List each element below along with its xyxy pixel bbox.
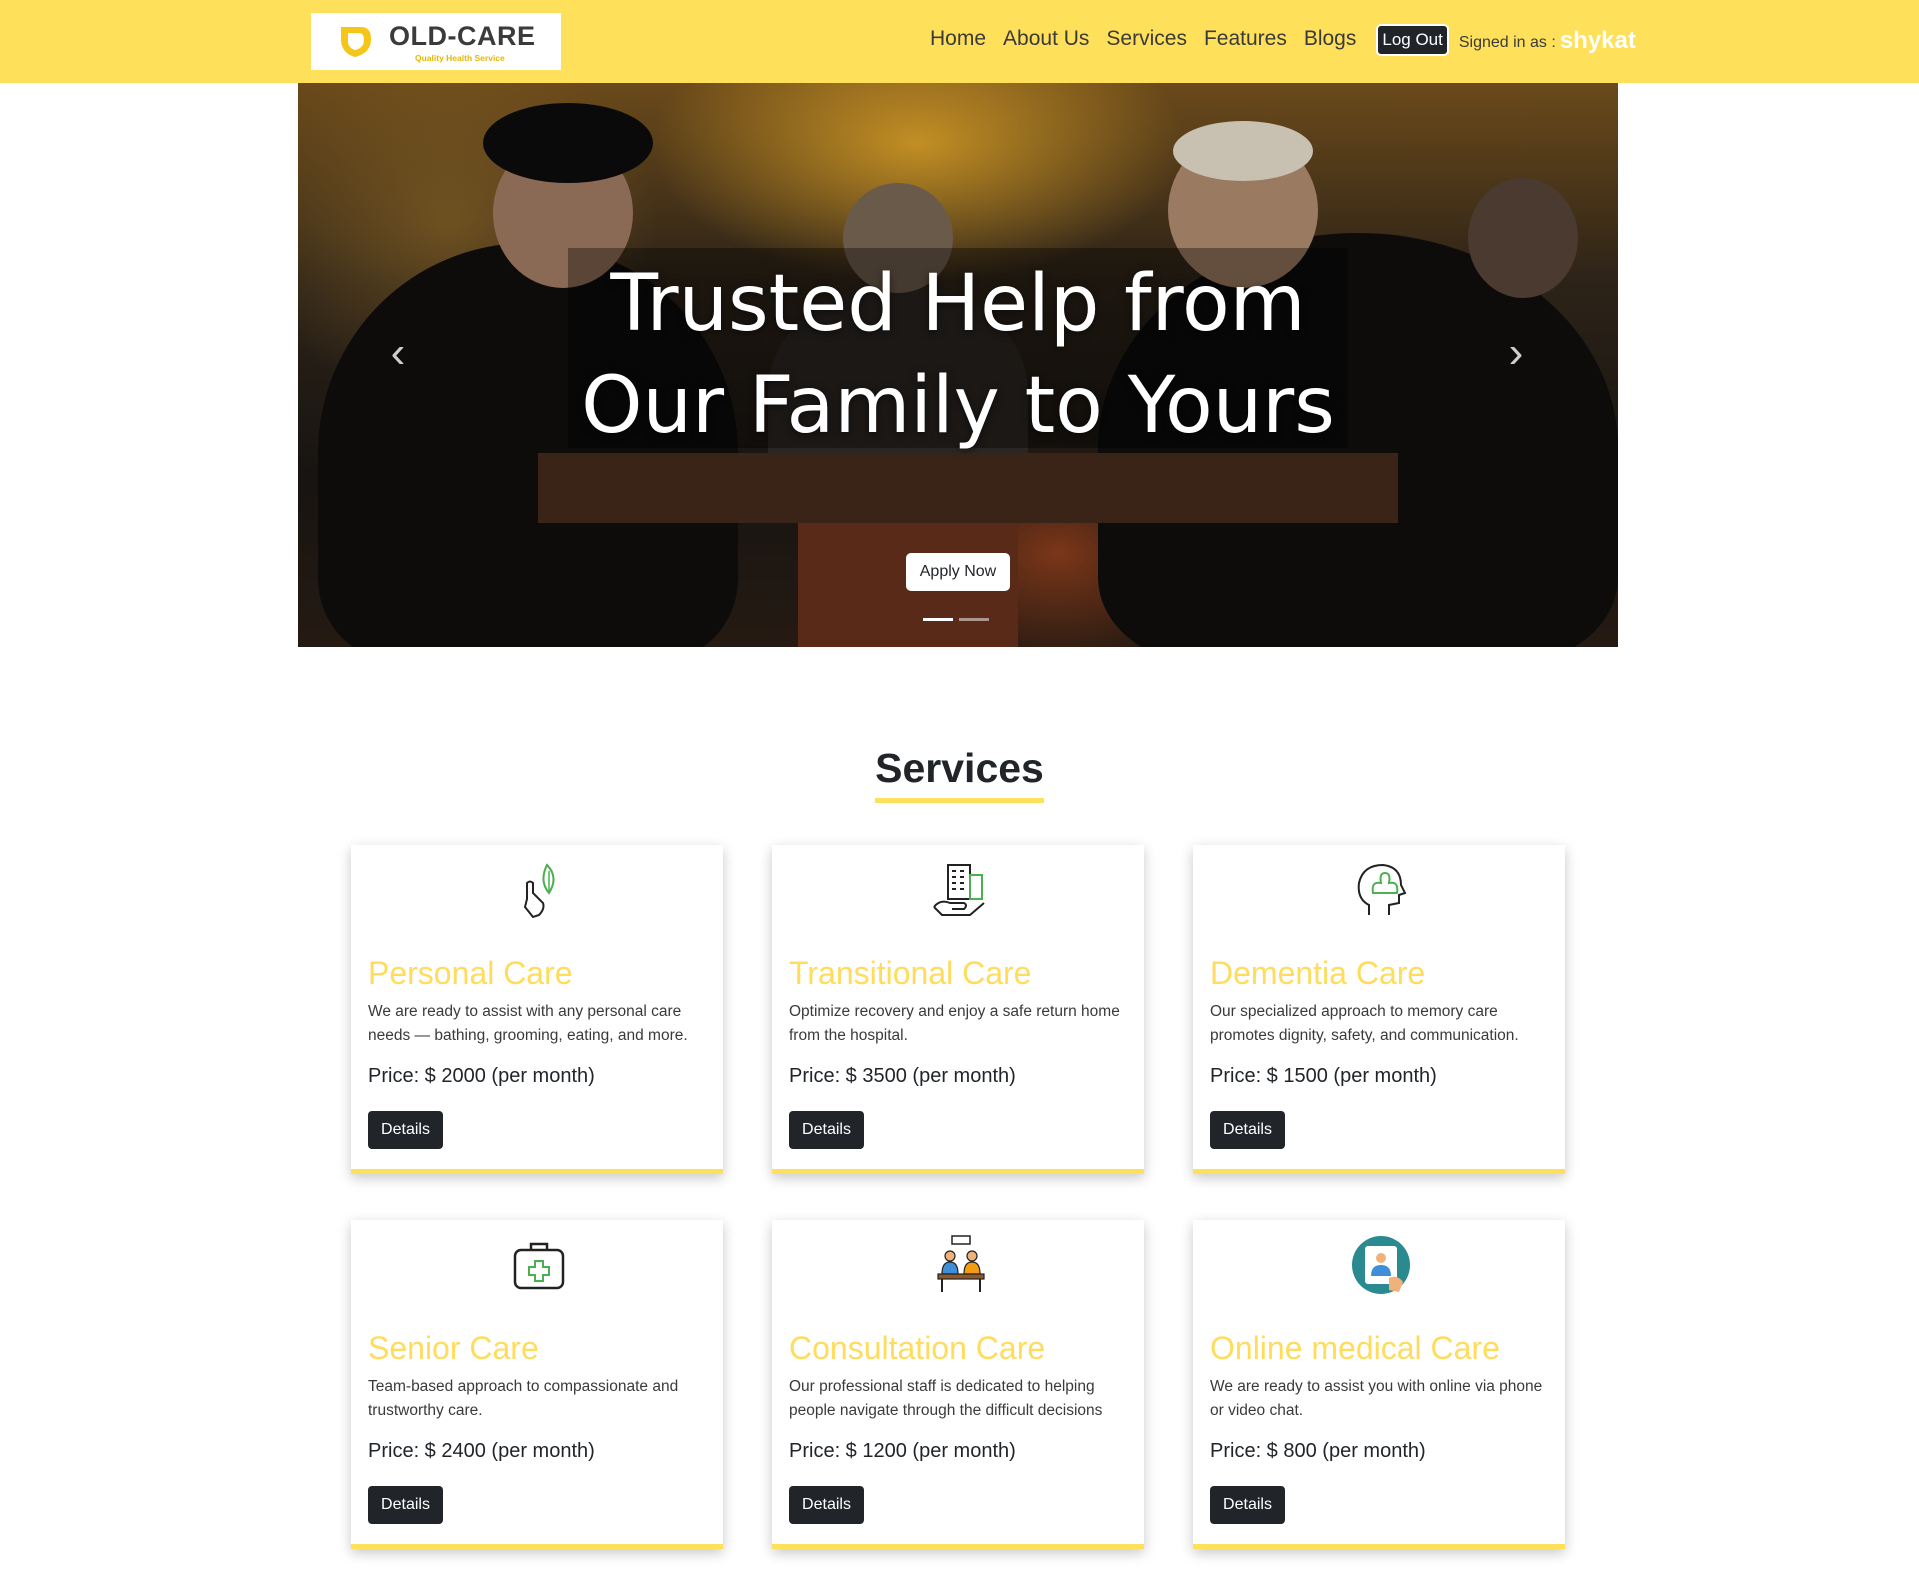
hero-photo-table [538, 453, 1398, 523]
brand-tagline: Quality Health Service [415, 53, 505, 63]
nav-link-blogs[interactable]: Blogs [1304, 27, 1357, 51]
consultation-desk-icon [937, 1235, 985, 1292]
service-card-personal-care: Personal Care We are ready to assist wit… [351, 845, 723, 1174]
video-doctor-icon [1352, 1236, 1410, 1294]
service-card-description: Optimize recovery and enjoy a safe retur… [789, 1003, 1120, 1044]
nav-links: Home About Us Services Features Blogs Lo… [930, 0, 1919, 83]
service-card-title: Dementia Care [1210, 955, 1426, 991]
nav-link-features[interactable]: Features [1204, 27, 1287, 51]
hero-title-line-1: Trusted Help from [610, 259, 1306, 349]
service-card-title: Transitional Care [789, 955, 1032, 991]
service-card-description: Team-based approach to compassionate and… [368, 1378, 679, 1419]
service-card-consultation-care: Consultation Care Our professional staff… [772, 1220, 1144, 1549]
apply-now-button[interactable]: Apply Now [906, 553, 1010, 591]
hero-carousel: Trusted Help from Our Family to Yours ‹ … [298, 83, 1618, 647]
services-heading: Services [0, 745, 1919, 803]
chevron-left-icon[interactable]: ‹ [378, 323, 418, 383]
hand-leaf-icon [523, 863, 555, 919]
hero-photo-cap-left [483, 103, 653, 183]
service-card-price: Price: $ 2000 (per month) [368, 1065, 595, 1087]
details-button[interactable]: Details [368, 1486, 443, 1524]
shield-logo-icon [341, 27, 371, 57]
service-card-description: Our specialized approach to memory care … [1210, 1003, 1519, 1044]
service-card-description: We are ready to assist with any personal… [368, 1003, 688, 1044]
service-card-title: Consultation Care [789, 1330, 1046, 1366]
service-card-price: Price: $ 2400 (per month) [368, 1440, 595, 1462]
hero-title-line-2: Our Family to Yours [581, 361, 1335, 451]
service-card-price: Price: $ 3500 (per month) [789, 1065, 1016, 1087]
services-heading-text: Services [875, 745, 1044, 803]
hero-photo-hair-right [1173, 121, 1313, 181]
brand-name: OLD-CARE [389, 21, 536, 51]
carousel-indicators [923, 618, 995, 621]
medical-kit-icon [513, 1242, 565, 1290]
details-button[interactable]: Details [1210, 1111, 1285, 1149]
service-card-transitional-care: Transitional Care Optimize recovery and … [772, 845, 1144, 1174]
service-card-price: Price: $ 1500 (per month) [1210, 1065, 1437, 1087]
signed-in-username: shykat [1559, 26, 1636, 54]
signed-in-label: Signed in as : [1458, 33, 1556, 51]
service-card-title: Senior Care [368, 1330, 539, 1366]
hero-title: Trusted Help from Our Family to Yours [298, 253, 1618, 457]
nav-link-home[interactable]: Home [930, 27, 986, 51]
service-card-dementia-care: Dementia Care Our specialized approach t… [1193, 845, 1565, 1174]
service-card-price: Price: $ 1200 (per month) [789, 1440, 1016, 1462]
nav-link-about-us[interactable]: About Us [1003, 27, 1089, 51]
logout-button[interactable]: Log Out [1376, 23, 1449, 56]
nav-link-services[interactable]: Services [1106, 27, 1187, 51]
service-card-description: Our professional staff is dedicated to h… [789, 1378, 1103, 1419]
service-card-online-medical-care: Online medical Care We are ready to assi… [1193, 1220, 1565, 1549]
details-button[interactable]: Details [368, 1111, 443, 1149]
hand-building-icon [933, 864, 985, 916]
chevron-right-icon[interactable]: › [1496, 323, 1536, 383]
service-card-title: Personal Care [368, 955, 573, 991]
carousel-indicator-2[interactable] [959, 618, 989, 621]
details-button[interactable]: Details [789, 1111, 864, 1149]
carousel-indicator-1[interactable] [923, 618, 953, 621]
brand-logo[interactable]: OLD-CARE Quality Health Service [311, 13, 561, 70]
head-lotus-icon [1357, 863, 1407, 915]
service-card-title: Online medical Care [1210, 1330, 1500, 1366]
details-button[interactable]: Details [789, 1486, 864, 1524]
details-button[interactable]: Details [1210, 1486, 1285, 1524]
service-card-senior-care: Senior Care Team-based approach to compa… [351, 1220, 723, 1549]
navbar: OLD-CARE Quality Health Service Home Abo… [0, 0, 1919, 83]
service-card-price: Price: $ 800 (per month) [1210, 1440, 1426, 1462]
service-card-description: We are ready to assist you with online v… [1210, 1378, 1543, 1419]
